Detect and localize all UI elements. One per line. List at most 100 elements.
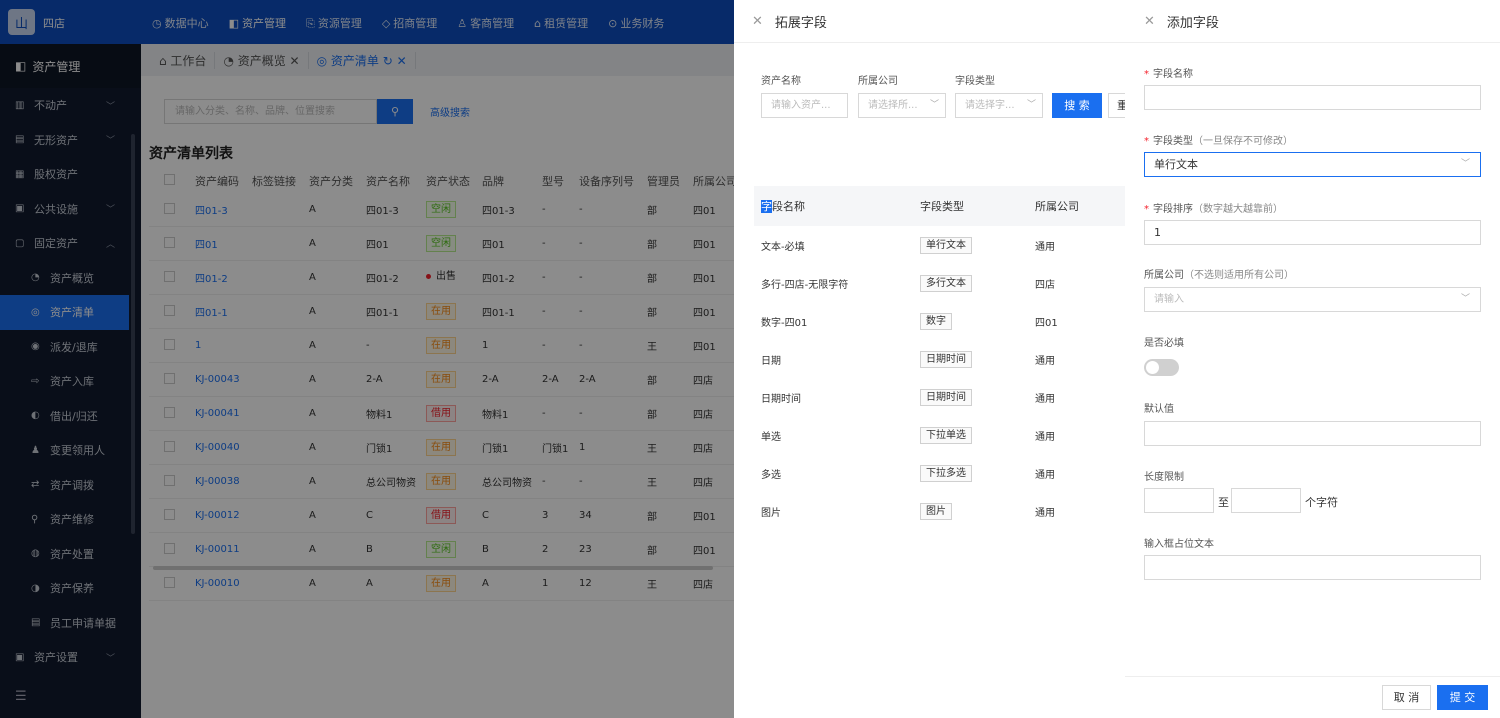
asset-name-placeholder: 请输入资产... — [771, 100, 831, 111]
extend-search-button[interactable]: 搜 索 — [1052, 93, 1102, 118]
field-name-cell: 单选 — [761, 431, 781, 443]
submit-button[interactable]: 提 交 — [1437, 685, 1488, 710]
company-label-text: 所属公司 — [1144, 270, 1184, 281]
extend-table-row[interactable]: 日期 日期时间 通用 — [754, 340, 1125, 378]
extend-drawer-header: ✕ 拓展字段 — [734, 0, 1125, 43]
add-drawer-header: ✕ 添加字段 — [1125, 0, 1500, 43]
toggle-knob — [1146, 361, 1159, 374]
company-cell: 通用 — [1035, 241, 1055, 253]
extend-table-row[interactable]: 多行-四店-无限字符 多行文本 四店 — [754, 264, 1125, 302]
extend-table-row[interactable]: 文本-必填 单行文本 通用 — [754, 226, 1125, 264]
field-order-label-text: 字段排序 — [1153, 204, 1193, 215]
field-type-tag: 图片 — [920, 502, 952, 520]
field-type-cell: 日期时间 — [913, 350, 1028, 368]
company-select-placeholder: 请选择所... — [868, 100, 918, 111]
extend-table-row[interactable]: 单选 下拉单选 通用 — [754, 416, 1125, 454]
company-cell: 四01 — [1035, 317, 1058, 329]
field-type-tag: 单行文本 — [920, 236, 972, 254]
extend-table-row[interactable]: 数字-四01 数字 四01 — [754, 302, 1125, 340]
extend-table-row[interactable]: 图片 图片 通用 — [754, 492, 1125, 530]
field-type-select[interactable]: 单行文本 ﹀ — [1144, 152, 1481, 177]
extend-fields-drawer: ✕ 拓展字段 资产名称 所属公司 字段类型 请输入资产... 请选择所... ﹀ … — [734, 0, 1138, 718]
company-cell: 四店 — [1035, 279, 1055, 291]
field-type-cell: 下拉单选 — [913, 426, 1028, 444]
company-cell: 通用 — [1035, 507, 1055, 519]
field-type-cell: 日期时间 — [913, 388, 1028, 406]
chevron-down-icon: ﹀ — [1460, 159, 1470, 169]
close-icon[interactable]: ✕ — [752, 14, 763, 29]
extend-table-row[interactable]: 日期时间 日期时间 通用 — [754, 378, 1125, 416]
header-selected-text: 字 — [761, 200, 772, 213]
field-name-cell: 文本-必填 — [761, 241, 805, 253]
extend-fields-table: 字段名称 字段类型 所属公司 文本-必填 单行文本 通用 多行-四店-无限字符 多行文本 四店数… — [754, 186, 1125, 530]
length-limit-label: 长度限制 — [1144, 472, 1184, 483]
field-type-cell: 多行文本 — [913, 274, 1028, 292]
add-field-drawer: ✕ 添加字段 * 字段名称 * 字段类型（一旦保存不可修改） 单行文本 ﹀ * 字段排序… — [1125, 0, 1500, 718]
field-type-tag: 下拉单选 — [920, 426, 972, 444]
field-name-cell: 多行-四店-无限字符 — [761, 279, 849, 291]
field-type-hint: （一旦保存不可修改） — [1193, 136, 1293, 147]
field-name-input[interactable] — [1144, 85, 1481, 110]
company-hint: （不选则适用所有公司） — [1184, 270, 1294, 281]
add-drawer-title: 添加字段 — [1166, 15, 1219, 31]
placeholder-text-label: 输入框占位文本 — [1144, 539, 1214, 550]
field-name-label-text: 字段名称 — [1153, 69, 1193, 80]
chevron-down-icon: ﹀ — [929, 100, 939, 110]
field-name-cell: 图片 — [761, 507, 781, 519]
company-select[interactable]: 请选择所... ﹀ — [858, 93, 946, 118]
close-icon[interactable]: ✕ — [1144, 14, 1155, 29]
company-cell: 通用 — [1035, 469, 1055, 481]
asset-name-input[interactable]: 请输入资产... — [761, 93, 848, 118]
field-order-input[interactable]: 1 — [1144, 220, 1481, 245]
company-placeholder: 请输入 — [1154, 294, 1184, 305]
length-min-input[interactable] — [1144, 488, 1214, 513]
length-max-input[interactable] — [1231, 488, 1301, 513]
field-name-cell: 数字-四01 — [761, 317, 808, 329]
field-order-hint: （数字越大越靠前） — [1193, 204, 1283, 215]
field-type-cell: 单行文本 — [913, 236, 1028, 254]
field-name-cell: 多选 — [761, 469, 781, 481]
field-type-select-placeholder: 请选择字... — [965, 100, 1015, 111]
company-cell: 通用 — [1035, 355, 1055, 367]
length-unit-text: 个字符 — [1305, 496, 1338, 509]
company-select[interactable]: 请输入 ﹀ — [1144, 287, 1481, 312]
field-name-cell: 日期时间 — [761, 393, 801, 405]
field-type-select[interactable]: 请选择字... ﹀ — [955, 93, 1043, 118]
field-type-tag: 多行文本 — [920, 274, 972, 292]
default-value-label: 默认值 — [1144, 404, 1174, 415]
company-cell: 通用 — [1035, 431, 1055, 443]
column-header: 所属公司 — [1035, 200, 1079, 213]
required-mark: * — [1144, 69, 1149, 80]
chevron-down-icon: ﹀ — [1460, 294, 1470, 304]
required-mark: * — [1144, 136, 1149, 147]
column-header: 字段类型 — [920, 200, 964, 213]
field-name-label: * 字段名称 — [1144, 65, 1193, 80]
filter-label-field-type: 字段类型 — [955, 76, 995, 87]
length-to-text: 至 — [1218, 496, 1229, 509]
field-type-value: 单行文本 — [1154, 158, 1198, 171]
add-drawer-footer: 取 消 提 交 — [1125, 676, 1500, 718]
filter-label-company: 所属公司 — [858, 76, 898, 87]
field-type-cell: 数字 — [913, 312, 1028, 330]
field-name-cell: 日期 — [761, 355, 781, 367]
field-type-cell: 下拉多选 — [913, 464, 1028, 482]
required-toggle[interactable] — [1144, 359, 1179, 376]
extend-table-row[interactable]: 多选 下拉多选 通用 — [754, 454, 1125, 492]
company-label: 所属公司（不选则适用所有公司） — [1144, 266, 1294, 281]
chevron-down-icon: ﹀ — [1026, 100, 1036, 110]
cancel-button[interactable]: 取 消 — [1382, 685, 1431, 710]
field-type-label: * 字段类型（一旦保存不可修改） — [1144, 132, 1293, 147]
filter-label-asset-name: 资产名称 — [761, 76, 801, 87]
field-type-tag: 下拉多选 — [920, 464, 972, 482]
field-type-label-text: 字段类型 — [1153, 136, 1193, 147]
placeholder-text-input[interactable] — [1144, 555, 1481, 580]
field-type-tag: 日期时间 — [920, 350, 972, 368]
column-header: 字段名称 — [754, 198, 913, 214]
header-rest-text: 段名称 — [772, 200, 805, 213]
required-label: 是否必填 — [1144, 338, 1184, 349]
field-type-cell: 图片 — [913, 502, 1028, 520]
extend-table-header: 字段名称 字段类型 所属公司 — [754, 186, 1125, 226]
required-mark: * — [1144, 204, 1149, 215]
company-cell: 通用 — [1035, 393, 1055, 405]
default-value-input[interactable] — [1144, 421, 1481, 446]
